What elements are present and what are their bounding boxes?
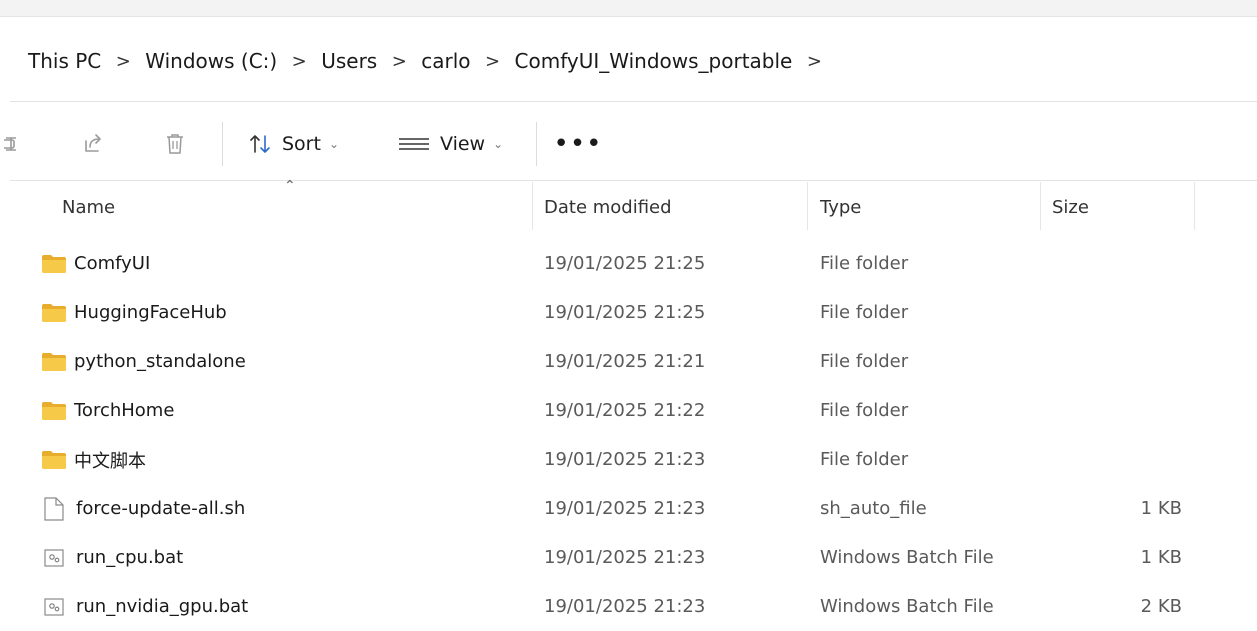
sort-icon	[250, 135, 270, 153]
file-name: ComfyUI	[74, 253, 151, 274]
breadcrumb-separator[interactable]: >	[101, 51, 145, 72]
batch-file-icon	[44, 548, 64, 567]
breadcrumb-separator[interactable]: >	[792, 51, 836, 72]
name-cell: python_standalone	[42, 337, 246, 386]
more-icon: •••	[553, 129, 603, 159]
date-cell: 19/01/2025 21:23	[544, 498, 706, 519]
file-name: force-update-all.sh	[76, 498, 246, 519]
date-cell: 19/01/2025 21:25	[544, 253, 706, 274]
date-cell: 19/01/2025 21:25	[544, 302, 706, 323]
rename-button[interactable]	[0, 116, 30, 172]
column-header-date[interactable]: Date modified	[544, 182, 672, 232]
column-resize-handle[interactable]	[1194, 182, 1195, 230]
toolbar-separator	[222, 122, 223, 166]
window-top-strip	[0, 0, 1257, 17]
name-cell: run_cpu.bat	[42, 533, 183, 582]
name-cell: ComfyUI	[42, 239, 150, 288]
file-name: 中文脚本	[74, 450, 146, 472]
delete-button[interactable]	[158, 116, 192, 172]
breadcrumb-separator[interactable]: >	[377, 51, 421, 72]
date-cell: 19/01/2025 21:23	[544, 449, 706, 470]
file-name: run_cpu.bat	[76, 547, 184, 568]
folder-icon	[42, 450, 66, 469]
trash-icon	[167, 134, 183, 154]
breadcrumb-windows-c[interactable]: Windows (C:)	[145, 49, 277, 73]
file-name: python_standalone	[74, 351, 246, 372]
size-cell	[1052, 386, 1182, 435]
date-cell: 19/01/2025 21:23	[544, 596, 706, 617]
file-row[interactable]: ComfyUI 19/01/2025 21:25 File folder	[0, 239, 1257, 288]
file-row[interactable]: python_standalone 19/01/2025 21:21 File …	[0, 337, 1257, 386]
type-cell: File folder	[820, 253, 909, 274]
file-row[interactable]: run_nvidia_gpu.bat 19/01/2025 21:23 Wind…	[0, 582, 1257, 631]
type-cell: File folder	[820, 351, 909, 372]
column-resize-handle[interactable]	[1040, 182, 1041, 230]
type-cell: Windows Batch File	[820, 596, 994, 617]
type-cell: Windows Batch File	[820, 547, 994, 568]
name-cell: HuggingFaceHub	[42, 288, 227, 337]
chevron-down-icon: ⌄	[328, 137, 340, 151]
rename-icon	[4, 137, 16, 151]
folder-icon	[42, 254, 66, 273]
folder-icon	[42, 401, 66, 420]
file-name: TorchHome	[74, 400, 175, 421]
share-button[interactable]	[76, 116, 110, 172]
chevron-down-icon: ⌄	[493, 137, 504, 151]
file-row[interactable]: HuggingFaceHub 19/01/2025 21:25 File fol…	[0, 288, 1257, 337]
toolbar-divider	[10, 180, 1257, 181]
address-divider	[10, 101, 1257, 102]
date-cell: 19/01/2025 21:22	[544, 400, 706, 421]
file-row[interactable]: TorchHome 19/01/2025 21:22 File folder	[0, 386, 1257, 435]
date-cell: 19/01/2025 21:23	[544, 547, 706, 568]
breadcrumb-carlo[interactable]: carlo	[421, 49, 470, 73]
date-cell: 19/01/2025 21:21	[544, 351, 706, 372]
breadcrumb-users[interactable]: Users	[321, 49, 377, 73]
column-resize-handle[interactable]	[807, 182, 808, 230]
size-cell	[1052, 288, 1182, 337]
toolbar-separator	[536, 122, 537, 166]
breadcrumb: This PC > Windows (C:) > Users > carlo >…	[28, 46, 836, 76]
column-header-type[interactable]: Type	[820, 182, 861, 232]
type-cell: sh_auto_file	[820, 498, 927, 519]
breadcrumb-comfyui-portable[interactable]: ComfyUI_Windows_portable	[515, 49, 793, 73]
file-name: run_nvidia_gpu.bat	[76, 596, 249, 617]
size-cell	[1052, 337, 1182, 386]
command-bar: Sort ⌄ View ⌄ •••	[0, 116, 1257, 172]
column-header-size[interactable]: Size	[1052, 182, 1089, 232]
file-row[interactable]: force-update-all.sh 19/01/2025 21:23 sh_…	[0, 484, 1257, 533]
size-cell: 1 KB	[1140, 498, 1182, 519]
file-row[interactable]: 中文脚本 19/01/2025 21:23 File folder	[0, 435, 1257, 484]
size-cell	[1052, 435, 1182, 484]
column-resize-handle[interactable]	[532, 182, 533, 230]
column-header: Name Date modified Type Size	[0, 182, 1257, 232]
name-cell: force-update-all.sh	[42, 484, 245, 533]
more-options-button[interactable]: •••	[554, 116, 602, 172]
size-cell: 1 KB	[1140, 547, 1182, 568]
name-cell: run_nvidia_gpu.bat	[42, 582, 248, 631]
column-header-name[interactable]: Name	[62, 182, 115, 232]
sort-button[interactable]: Sort ⌄	[248, 116, 362, 172]
size-cell	[1052, 239, 1182, 288]
sort-label: Sort	[282, 133, 321, 155]
size-cell: 2 KB	[1140, 596, 1182, 617]
type-cell: File folder	[820, 302, 909, 323]
type-cell: File folder	[820, 400, 909, 421]
view-label: View	[440, 133, 486, 155]
name-cell: 中文脚本	[42, 435, 146, 484]
folder-icon	[42, 352, 66, 371]
batch-file-icon	[44, 597, 64, 616]
file-name: HuggingFaceHub	[74, 302, 227, 323]
breadcrumb-this-pc[interactable]: This PC	[28, 49, 101, 73]
view-lines-icon	[399, 138, 429, 150]
breadcrumb-separator[interactable]: >	[277, 51, 321, 72]
name-cell: TorchHome	[42, 386, 174, 435]
file-row[interactable]: run_cpu.bat 19/01/2025 21:23 Windows Bat…	[0, 533, 1257, 582]
share-icon	[85, 134, 101, 152]
view-button[interactable]: View ⌄	[398, 116, 514, 172]
breadcrumb-separator[interactable]: >	[471, 51, 515, 72]
file-icon	[44, 496, 64, 521]
folder-icon	[42, 303, 66, 322]
type-cell: File folder	[820, 449, 909, 470]
